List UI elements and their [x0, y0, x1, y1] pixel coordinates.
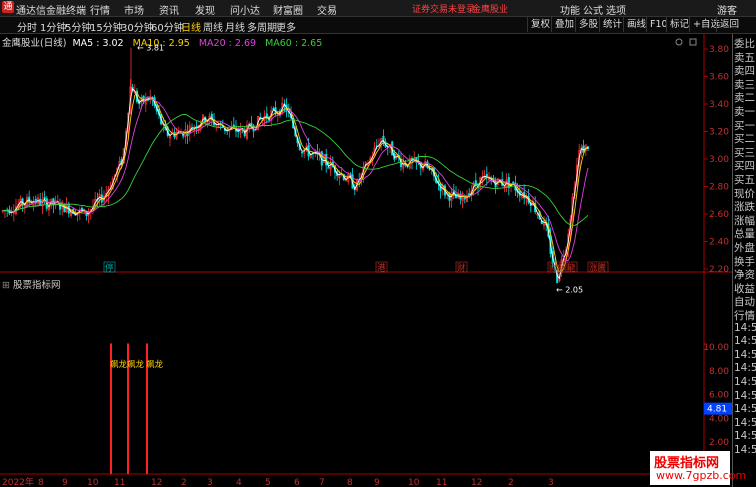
quote-side-panel: 委比 卖五 卖四 卖三 卖二 卖一 买一 买二 买三 买四 买五 现价 涨跌 涨幅 总量 外盘 换手 净资 收益 自动…	[732, 34, 756, 487]
date-tick-label: 2	[508, 478, 514, 487]
indicator-signal-label: 飙龙	[127, 359, 145, 370]
date-tick-label: 9	[374, 478, 380, 487]
high-price-label: ← 3.81	[137, 44, 164, 53]
side-panel-item: 14:5	[734, 376, 756, 388]
side-panel-item: 14:5	[734, 416, 756, 429]
kline-chart[interactable]: ← 3.81← 2.05 停港财财解龍涨騰 飙龙 飙龙 飙龙 3.803.603.4…	[0, 0, 732, 487]
date-tick-label: 3	[207, 478, 213, 487]
date-tick-label: 6	[294, 478, 300, 487]
date-tick-label: 2	[181, 478, 187, 487]
price-tick-label: 2.20	[709, 265, 729, 275]
candle-body	[459, 196, 462, 200]
candle-body	[252, 129, 255, 132]
event-tag[interactable]: 停	[105, 263, 114, 274]
candle-body	[327, 167, 330, 169]
date-tick-label: 4	[236, 478, 242, 487]
side-panel-item: 14:5	[734, 389, 756, 402]
indicator-tick-label: 2.00	[709, 438, 729, 448]
date-tick-label: 8	[38, 478, 44, 487]
site-watermark: 股票指标网 www.7gpzb.com	[650, 451, 746, 485]
date-tick-label: 12	[151, 478, 162, 487]
indicator-current-value: 4.81	[707, 405, 727, 415]
date-tick-label: 10	[408, 478, 420, 487]
price-tick-label: 2.40	[709, 238, 729, 248]
price-tick-label: 3.20	[709, 128, 729, 138]
indicator-tick-label: 10.00	[703, 343, 729, 353]
price-axis: 3.80 3.60 3.40 3.20 3.00 2.80 2.60 2.40 2.20 10.0…	[703, 45, 732, 448]
ma5-line	[2, 87, 589, 280]
event-tag[interactable]: 财解	[549, 263, 567, 274]
date-tick-label: 7	[319, 478, 325, 487]
date-tick-label: 3	[548, 478, 554, 487]
price-tick-label: 3.80	[709, 45, 729, 55]
low-price-label: ← 2.05	[556, 286, 583, 295]
candle-body	[300, 151, 304, 154]
indicator-title[interactable]: ⊞ 股票指标网	[2, 277, 61, 291]
price-tick-label: 3.60	[709, 73, 729, 83]
date-tick-label: 12	[471, 478, 482, 487]
date-tick-label: 2022年	[2, 476, 34, 487]
price-tick-label: 2.60	[709, 210, 729, 220]
side-panel-item: 14:5	[734, 403, 756, 416]
price-tick-label: 2.80	[709, 183, 729, 193]
price-tick-label: 3.40	[709, 100, 729, 110]
indicator-signal-label: 飙龙	[146, 359, 164, 370]
side-panel-item: 14:5	[734, 362, 756, 375]
price-tick-label: 3.00	[709, 155, 729, 165]
side-panel-item: 14:5	[734, 335, 756, 348]
side-panel-item: 14:5	[734, 444, 756, 456]
event-tag[interactable]: 财	[457, 263, 466, 274]
side-panel-item: 14:5	[734, 321, 756, 334]
indicator-panel: 飙龙 飙龙 飙龙	[110, 343, 164, 474]
date-tick-label: 8	[347, 478, 353, 487]
chart-corner-icons[interactable]	[675, 38, 697, 46]
event-tag[interactable]: 港	[377, 263, 386, 274]
event-tag[interactable]: 龍	[567, 263, 576, 274]
event-tag[interactable]: 涨騰	[589, 263, 607, 274]
candles	[1, 47, 590, 284]
indicator-tick-label: 8.00	[709, 367, 729, 377]
watermark-url: www.7gpzb.com	[656, 469, 747, 482]
ma-lines: ← 3.81 ← 2.05	[2, 44, 589, 295]
indicator-signal-label: 飙龙	[110, 359, 128, 370]
side-panel-item: 14:5	[734, 348, 756, 361]
date-tick-label: 10	[87, 478, 99, 487]
ma10-line	[2, 91, 589, 273]
side-panel-item: 14:5	[734, 430, 756, 443]
indicator-tick-label: 4.00	[709, 414, 729, 424]
date-axis: 2022年 8 9 10 11 12 2 3 4 5 6 7 8 9 10 11 12 2 3	[2, 476, 554, 487]
date-tick-label: 9	[62, 478, 68, 487]
indicator-tick-label: 6.00	[709, 391, 729, 401]
date-tick-label: 5	[265, 478, 271, 487]
date-tick-label: 11	[436, 478, 447, 487]
date-tick-label: 11	[114, 478, 125, 487]
ma20-line	[2, 96, 589, 261]
